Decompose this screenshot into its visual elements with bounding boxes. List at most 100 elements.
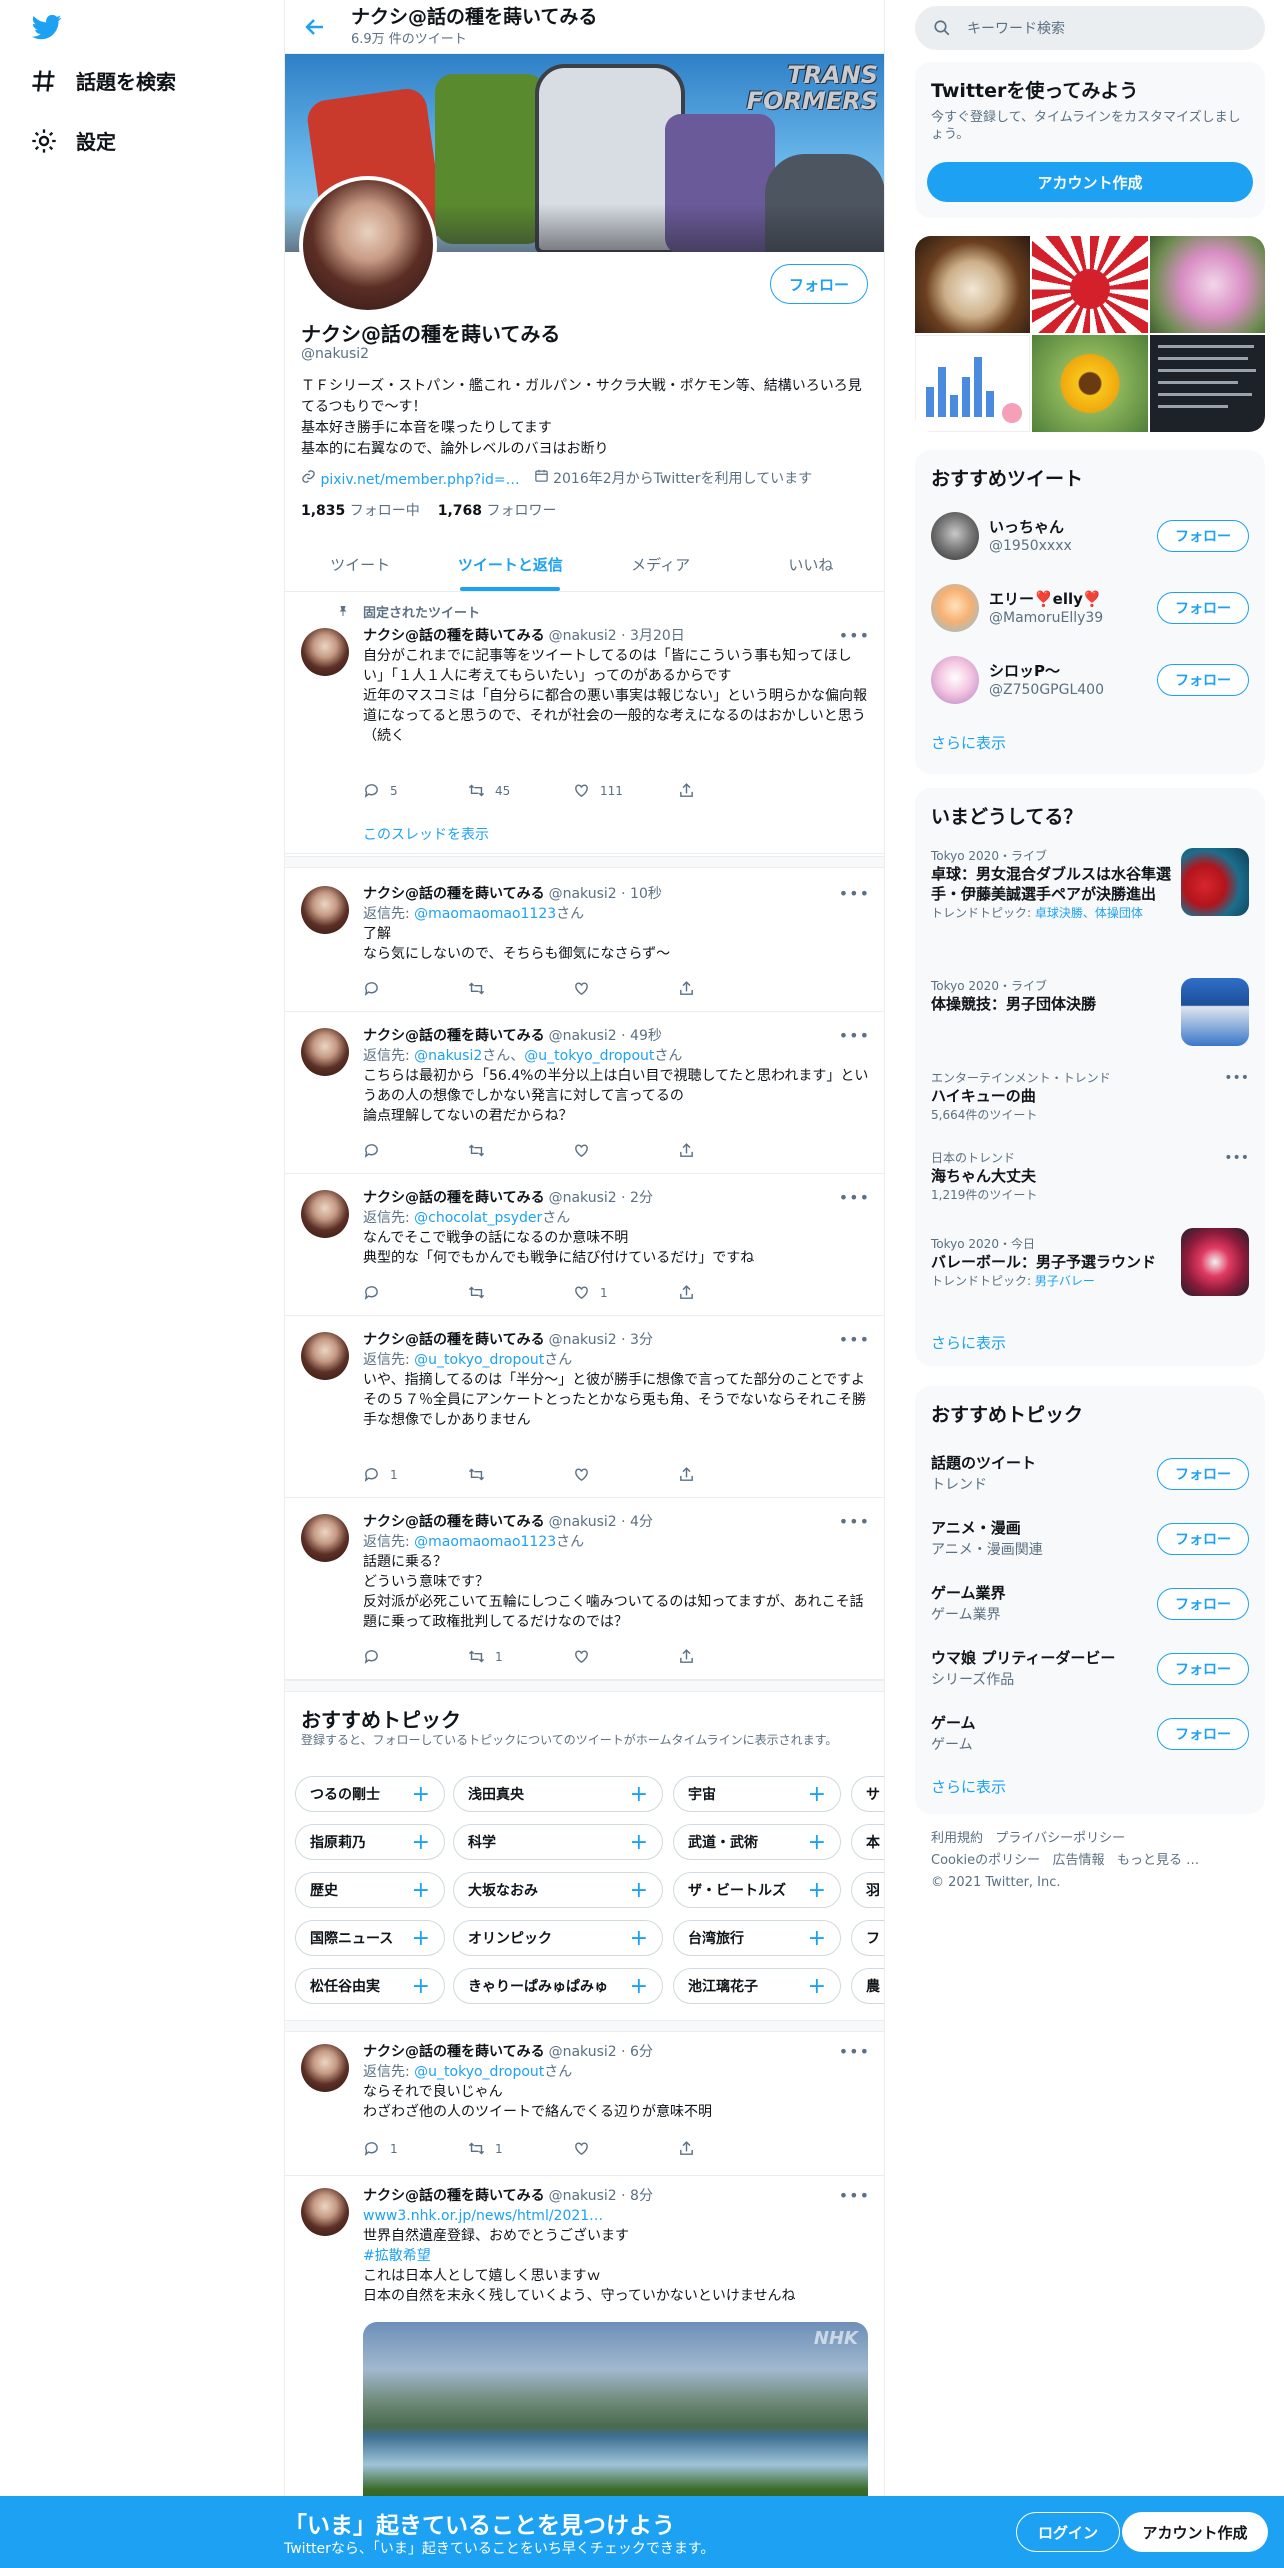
suggested-user[interactable]: エリー❣️elly❣️ @MamoruElly39 フォロー (931, 572, 1249, 644)
tweet-author[interactable]: ナクシ@話の種を蒔いてみる (363, 1190, 545, 1206)
follow-user-button[interactable]: フォロー (1157, 592, 1249, 624)
topic-chip[interactable]: 本 (851, 1824, 884, 1860)
show-thread-link[interactable]: このスレッドを表示 (363, 824, 489, 844)
reply-to-link[interactable]: @chocolat_psyder (414, 1210, 542, 1226)
tweet-link[interactable]: www3.nhk.or.jp/news/html/2021… (363, 2208, 603, 2224)
reply-button[interactable]: 5 (363, 782, 468, 799)
more-icon[interactable]: ••• (1224, 1070, 1249, 1086)
follow-topic-button[interactable]: フォロー (1157, 1523, 1249, 1555)
tweet[interactable]: ••• ナクシ@話の種を蒔いてみる @nakusi2 · 2分 返信先: @cho… (285, 1174, 884, 1316)
share-button[interactable] (678, 980, 783, 997)
suggested-user[interactable]: シロッP〜 @Z750GPGL400 フォロー (931, 644, 1249, 716)
topic-chip[interactable]: 科学 + (453, 1824, 663, 1860)
follow-user-button[interactable]: フォロー (1157, 520, 1249, 552)
profile-link[interactable]: pixiv.net/member.php?id=… (320, 472, 519, 488)
trend-sub-link[interactable]: 男子バレー (1035, 1274, 1095, 1288)
topic-chip[interactable]: ザ・ビートルズ + (673, 1872, 841, 1908)
follow-user-button[interactable]: フォロー (1157, 664, 1249, 696)
tweet-author[interactable]: ナクシ@話の種を蒔いてみる (363, 2188, 545, 2204)
tweet-avatar[interactable] (301, 1514, 349, 1562)
topics-show-more[interactable]: さらに表示 (931, 1776, 1006, 1797)
reply-button[interactable] (363, 1284, 468, 1301)
follow-topic-button[interactable]: フォロー (1157, 1653, 1249, 1685)
topic-chip[interactable]: 宇宙 + (673, 1776, 841, 1812)
tab-media[interactable]: メディア (586, 538, 736, 591)
tweet[interactable]: ••• ナクシ@話の種を蒔いてみる @nakusi2 · 10秒 返信先: @ma… (285, 870, 884, 1012)
signup-banner-button[interactable]: アカウント作成 (1122, 2512, 1268, 2552)
media-thumb[interactable] (1032, 236, 1148, 333)
like-button[interactable] (573, 1142, 678, 1159)
tweet[interactable]: ••• ナクシ@話の種を蒔いてみる @nakusi2 · 6分 返信先: @u_t… (285, 2034, 884, 2176)
followers-link[interactable]: 1,768 フォロワー (438, 500, 557, 520)
topic-item[interactable]: ゲーム ゲーム フォロー (931, 1702, 1249, 1766)
media-thumb[interactable] (1032, 335, 1148, 432)
nav-explore[interactable]: 話題を検索 (30, 66, 176, 95)
reply-button[interactable] (363, 980, 468, 997)
topic-chip[interactable]: 羽 (851, 1872, 884, 1908)
tweet-image[interactable]: NHK (363, 2322, 868, 2512)
pinned-tweet[interactable]: 固定されたツイート ••• ナクシ@話の種を蒔いてみる @nakusi2 · 3月… (285, 592, 884, 854)
media-thumb[interactable] (915, 335, 1030, 432)
topic-item[interactable]: 話題のツイート トレンド フォロー (931, 1442, 1249, 1506)
tweet-author[interactable]: ナクシ@話の種を蒔いてみる (363, 628, 545, 644)
topic-chip[interactable]: つるの剛士 + (295, 1776, 445, 1812)
retweet-button[interactable] (468, 1284, 573, 1301)
tweet-author[interactable]: ナクシ@話の種を蒔いてみる (363, 1332, 545, 1348)
retweet-button[interactable] (468, 1142, 573, 1159)
share-button[interactable] (678, 1466, 783, 1483)
topic-chip[interactable]: きゃりーぱみゅぱみゅ + (453, 1968, 663, 2004)
twitter-logo-icon[interactable] (30, 12, 64, 42)
trend-item[interactable]: Tokyo 2020・今日 バレーボール：男子予選ラウンド トレンドトピック: … (931, 1228, 1249, 1316)
reply-to-link[interactable]: @u_tokyo_dropout (414, 1352, 544, 1368)
reply-to-link[interactable]: @maomaomao1123 (414, 1534, 556, 1550)
follow-topic-button[interactable]: フォロー (1157, 1458, 1249, 1490)
follow-button[interactable]: フォロー (769, 264, 868, 304)
topic-chip[interactable]: サ (851, 1776, 884, 1812)
suggested-user[interactable]: いっちゃん @1950xxxx フォロー (931, 500, 1249, 572)
topic-chip[interactable]: 松任谷由実 + (295, 1968, 445, 2004)
share-button[interactable] (678, 1284, 783, 1301)
user-avatar[interactable] (931, 656, 979, 704)
footer-ads[interactable]: 広告情報 (1053, 1853, 1105, 1868)
tab-tweets[interactable]: ツイート (285, 538, 435, 591)
signup-button[interactable]: アカウント作成 (927, 162, 1253, 202)
topic-chip[interactable]: 浅田真央 + (453, 1776, 663, 1812)
topic-chip[interactable]: 農 (851, 1968, 884, 2004)
media-thumb[interactable] (1150, 335, 1265, 432)
retweet-button[interactable] (468, 980, 573, 997)
hashtag-link[interactable]: #拡散希望 (363, 2248, 431, 2264)
trend-sub-link[interactable]: 卓球決勝、体操団体 (1035, 906, 1143, 920)
footer-terms[interactable]: 利用規約 (931, 1831, 983, 1846)
who-show-more[interactable]: さらに表示 (931, 732, 1006, 753)
topic-item[interactable]: ウマ娘 プリティーダービー シリーズ作品 フォロー (931, 1637, 1249, 1701)
tweet-author[interactable]: ナクシ@話の種を蒔いてみる (363, 886, 545, 902)
reply-to-link[interactable]: @maomaomao1123 (414, 906, 556, 922)
topic-chip[interactable]: 池江璃花子 + (673, 1968, 841, 2004)
reply-button[interactable] (363, 1648, 468, 1665)
trend-item[interactable]: Tokyo 2020・ライブ 体操競技：男子団体決勝 (931, 978, 1249, 1058)
like-button[interactable]: 1 (573, 1284, 678, 1301)
topic-chip[interactable]: 国際ニュース + (295, 1920, 445, 1956)
trend-thumbnail[interactable] (1181, 978, 1249, 1046)
nav-settings[interactable]: 設定 (30, 126, 116, 155)
tweet-avatar[interactable] (301, 2044, 349, 2092)
reply-button[interactable]: 1 (363, 1466, 468, 1483)
user-avatar[interactable] (931, 512, 979, 560)
footer-privacy[interactable]: プライバシーポリシー (995, 1831, 1125, 1846)
retweet-button[interactable]: 45 (468, 782, 573, 799)
tweet-avatar[interactable] (301, 1190, 349, 1238)
profile-avatar[interactable] (299, 176, 437, 314)
login-button[interactable]: ログイン (1016, 2512, 1120, 2552)
topic-chip[interactable]: オリンピック + (453, 1920, 663, 1956)
reply-button[interactable] (363, 1142, 468, 1159)
tweet-author[interactable]: ナクシ@話の種を蒔いてみる (363, 1028, 545, 1044)
tweet[interactable]: ••• ナクシ@話の種を蒔いてみる @nakusi2 · 3分 返信先: @u_t… (285, 1316, 884, 1498)
retweet-button[interactable]: 1 (468, 2140, 573, 2157)
topic-chip[interactable]: フ (851, 1920, 884, 1956)
like-button[interactable] (573, 980, 678, 997)
tweet-author[interactable]: ナクシ@話の種を蒔いてみる (363, 2044, 545, 2060)
like-button[interactable]: 111 (573, 782, 678, 799)
share-button[interactable] (678, 2140, 783, 2157)
share-button[interactable] (678, 1648, 783, 1665)
footer-more[interactable]: もっと見る … (1117, 1853, 1199, 1868)
